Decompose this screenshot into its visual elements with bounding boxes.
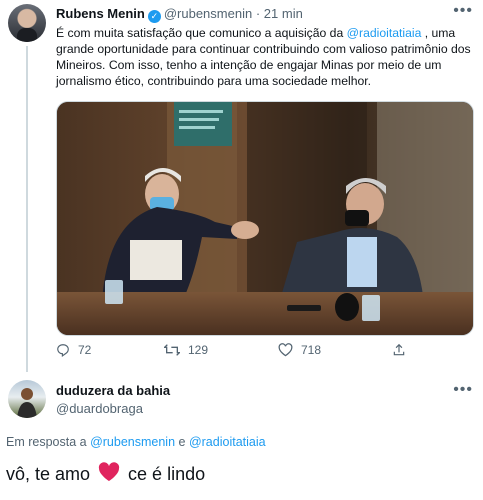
reply-text: vô, te amo ce é lindo xyxy=(6,462,205,487)
tweet-text-part: É com muita satisfação que comunico a aq… xyxy=(56,26,347,40)
share-button[interactable] xyxy=(392,343,414,357)
reply-author-handle[interactable]: @duardobraga xyxy=(56,401,143,416)
tweet-actions: 72 129 718 xyxy=(56,343,472,363)
reply-author-avatar[interactable] xyxy=(8,380,46,418)
mention-link[interactable]: @radioitatiaia xyxy=(347,26,422,40)
like-button[interactable]: 718 xyxy=(278,343,321,357)
tweet-text: É com muita satisfação que comunico a aq… xyxy=(56,25,476,89)
photo-illustration xyxy=(57,102,473,335)
tweet-header: Rubens Menin ✓ @rubensmenin · 21 min xyxy=(56,6,303,23)
tweet-photo[interactable] xyxy=(56,101,474,336)
like-count: 718 xyxy=(301,343,322,357)
reply-text-part: ce é lindo xyxy=(128,464,206,484)
retweet-button[interactable]: 129 xyxy=(164,343,208,357)
more-icon[interactable]: ••• xyxy=(453,2,473,20)
author-handle[interactable]: @rubensmenin xyxy=(164,6,252,21)
reply-count: 72 xyxy=(78,343,92,357)
retweet-icon xyxy=(164,344,180,356)
like-icon xyxy=(278,343,293,357)
avatar-illustration xyxy=(17,388,37,418)
share-icon xyxy=(393,343,405,356)
reply-text-part: vô, te amo xyxy=(6,464,91,484)
author-avatar[interactable] xyxy=(8,4,46,42)
separator: · xyxy=(255,6,261,21)
more-icon[interactable]: ••• xyxy=(453,381,473,399)
author-name[interactable]: Rubens Menin xyxy=(56,6,145,21)
reply-button[interactable]: 72 xyxy=(56,343,91,357)
tweet-time[interactable]: 21 min xyxy=(264,6,303,21)
reply-mention-1[interactable]: @rubensmenin xyxy=(90,435,175,449)
replying-to: Em resposta a @rubensmenin e @radioitati… xyxy=(6,435,266,449)
replying-to-conjunction: e xyxy=(175,435,189,449)
replying-to-label: Em resposta a xyxy=(6,435,91,449)
retweet-count: 129 xyxy=(188,343,209,357)
heart-emoji xyxy=(98,462,120,487)
verified-badge-icon: ✓ xyxy=(147,10,161,23)
reply-author-name[interactable]: duduzera da bahia xyxy=(56,383,170,398)
reply-mention-2[interactable]: @radioitatiaia xyxy=(189,435,266,449)
thread-line xyxy=(26,46,28,372)
reply-icon xyxy=(57,344,69,357)
